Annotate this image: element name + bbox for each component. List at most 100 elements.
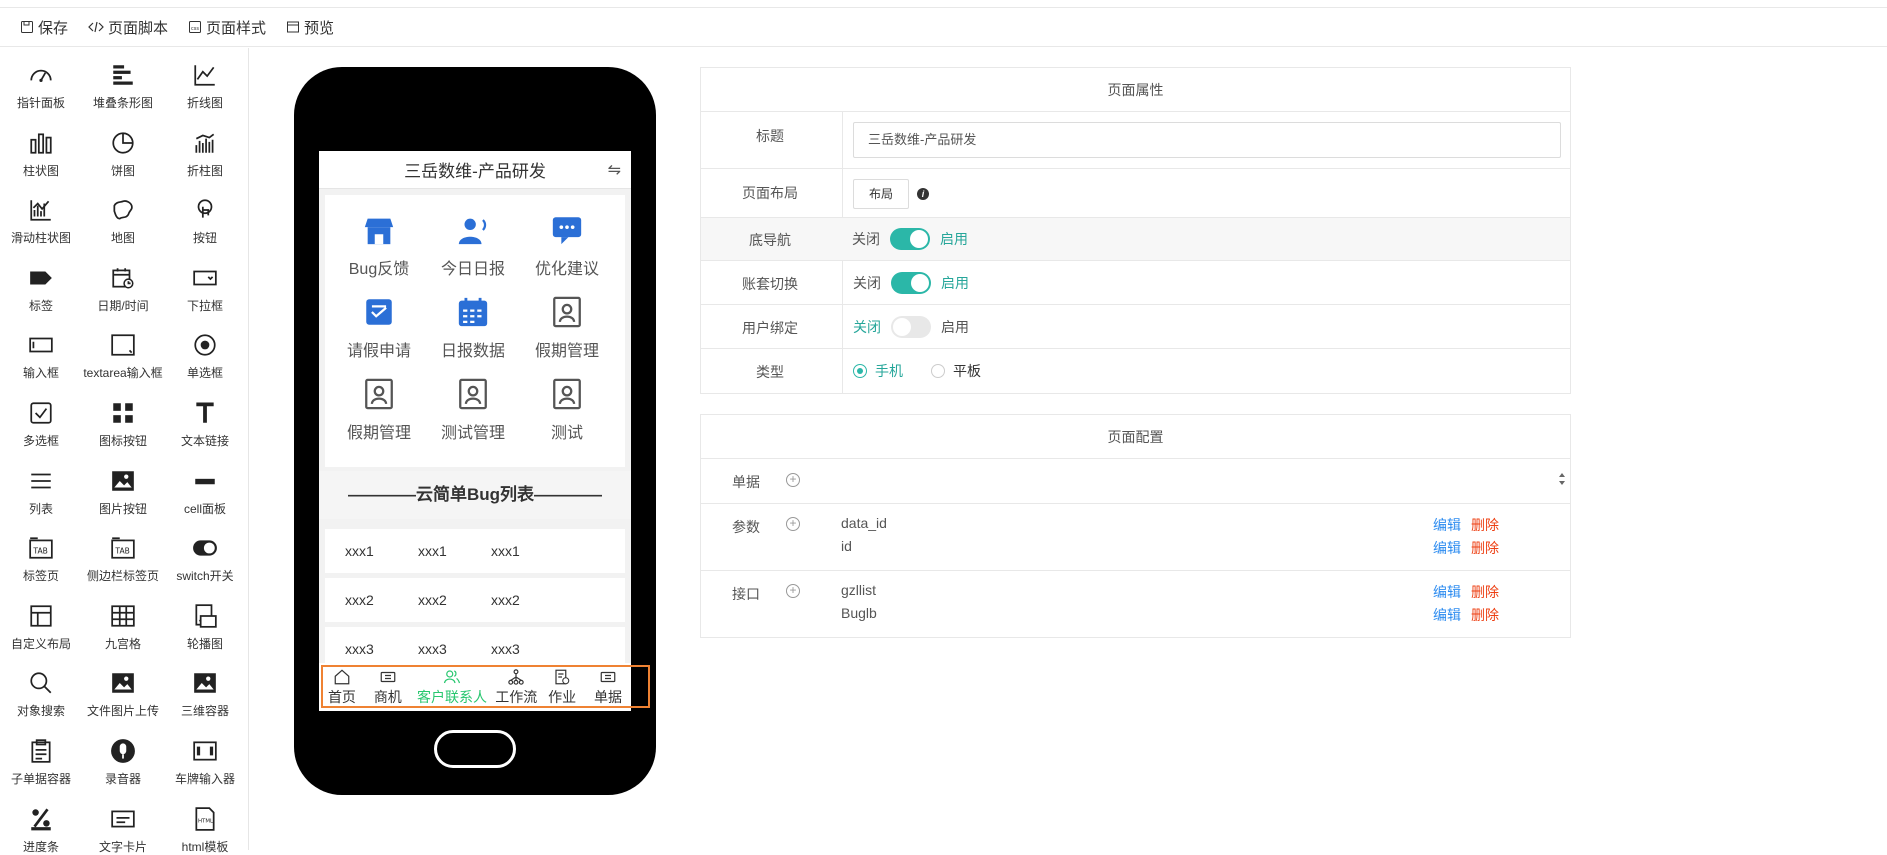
type-radio-tablet[interactable]: 平板 — [931, 361, 981, 381]
component-bar-line[interactable]: 折柱图 — [164, 126, 246, 179]
phone-home-button[interactable] — [434, 730, 516, 768]
bind-toggle[interactable] — [891, 315, 931, 338]
component-calendar-clock[interactable]: 日期/时间 — [82, 261, 164, 314]
layout-button[interactable]: 布局 — [853, 179, 909, 209]
list-cell: xxx3 — [491, 641, 520, 657]
component-label: 地图 — [110, 231, 135, 246]
component-line-chart[interactable]: 折线图 — [164, 58, 246, 111]
bottom-nav-toggle[interactable] — [890, 228, 930, 250]
bind-on-label: 启用 — [941, 318, 969, 335]
badge-icon — [423, 369, 523, 411]
component-upload-image[interactable]: 文件图片上传 — [82, 666, 164, 719]
add-api-icon[interactable]: + — [786, 584, 800, 598]
grid-item[interactable]: 测试 — [517, 369, 617, 449]
grid-item[interactable]: 假期管理 — [329, 369, 429, 449]
component-switch[interactable]: switch开关 — [164, 531, 246, 584]
component-3d-container[interactable]: 三维容器 — [164, 666, 246, 719]
param-edit-button[interactable]: 编辑 — [1433, 515, 1461, 535]
grid-item[interactable]: 假期管理 — [517, 287, 617, 367]
component-textarea[interactable]: textarea输入框 — [82, 328, 164, 381]
component-map[interactable]: 地图 — [82, 193, 164, 246]
component-text-t[interactable]: 文本链接 — [164, 396, 246, 449]
grid-item[interactable]: 今日日报 — [423, 205, 523, 285]
api-delete-button[interactable]: 删除 — [1471, 582, 1499, 602]
api-row: 接口 + gzllist 编辑 删除 Buglb 编辑 删除 — [701, 571, 1570, 637]
param-edit-button[interactable]: 编辑 — [1433, 538, 1461, 558]
badge-icon — [517, 287, 617, 329]
page-style-button[interactable]: css 页面样式 — [188, 17, 266, 38]
component-microphone[interactable]: 录音器 — [82, 734, 164, 787]
page-properties-header: 页面属性 — [701, 68, 1570, 112]
layout-label: 页面布局 — [742, 185, 798, 201]
list-item[interactable]: xxx1 xxx1 xxx1 — [325, 529, 625, 573]
account-toggle[interactable] — [891, 271, 931, 294]
component-grid-dots[interactable]: 图标按钮 — [82, 396, 164, 449]
component-clipboard[interactable]: 子单据容器 — [0, 734, 82, 787]
badge-icon — [329, 369, 429, 411]
component-cell[interactable]: cell面板 — [164, 464, 246, 517]
toolbar: 保存 页面脚本 css 页面样式 预览 — [0, 7, 1887, 47]
grid-item[interactable]: 优化建议 — [517, 205, 617, 285]
grid-item[interactable]: Bug反馈 — [329, 205, 429, 285]
bottom-nav-row: 底导航 关闭 启用 — [701, 218, 1570, 261]
info-icon[interactable]: i — [917, 188, 929, 200]
text-t-icon — [164, 396, 246, 430]
component-label: 指针面板 — [16, 96, 65, 110]
component-pointer[interactable]: 按钮 — [164, 193, 246, 246]
page-script-button[interactable]: 页面脚本 — [88, 17, 168, 38]
textarea-icon — [82, 328, 164, 362]
component-input[interactable]: 输入框 — [0, 328, 82, 381]
component-label: 对象搜索 — [16, 704, 65, 719]
component-tag[interactable]: 标签 — [0, 261, 82, 314]
component-plate[interactable]: 车牌输入器 — [164, 734, 246, 787]
component-side-tab[interactable]: TAB 侧边栏标签页 — [82, 531, 164, 584]
preview-button[interactable]: 预览 — [286, 17, 334, 38]
component-search[interactable]: 对象搜索 — [0, 666, 82, 719]
title-input[interactable]: 三岳数维-产品研发 — [853, 122, 1561, 158]
layout-icon — [0, 599, 82, 633]
component-label: 子单据容器 — [10, 772, 71, 786]
component-percent[interactable]: 进度条 — [0, 802, 82, 855]
component-stacked-bar[interactable]: 堆叠条形图 — [82, 58, 164, 111]
component-html-file[interactable]: HTML html模板 — [164, 802, 246, 855]
add-param-icon[interactable]: + — [786, 517, 800, 531]
stepper-icon[interactable] — [1556, 467, 1568, 491]
cell-icon — [164, 464, 246, 498]
grid-item[interactable]: 日报数据 — [423, 287, 523, 367]
component-table-grid[interactable]: 九宫格 — [82, 599, 164, 652]
switch-arrows-icon[interactable]: ⇋ — [608, 160, 621, 180]
add-doc-icon[interactable]: + — [786, 473, 800, 487]
component-radio[interactable]: 单选框 — [164, 328, 246, 381]
component-gauge[interactable]: 指针面板 — [0, 58, 82, 111]
component-list[interactable]: 列表 — [0, 464, 82, 517]
component-label: 折柱图 — [186, 163, 223, 178]
param-label: 参数 — [732, 519, 760, 535]
grid-item[interactable]: 请假申请 — [329, 287, 429, 367]
component-image[interactable]: 图片按钮 — [82, 464, 164, 517]
param-delete-button[interactable]: 删除 — [1471, 538, 1499, 558]
component-sliding-bar[interactable]: 滑动柱状图 — [0, 193, 82, 246]
component-layout[interactable]: 自定义布局 — [0, 599, 82, 652]
api-edit-button[interactable]: 编辑 — [1433, 605, 1461, 625]
component-carousel[interactable]: 轮播图 — [164, 599, 246, 652]
grid-item-label: 今日日报 — [440, 261, 505, 278]
api-delete-button[interactable]: 删除 — [1471, 605, 1499, 625]
component-card[interactable]: 文字卡片 — [82, 802, 164, 855]
save-button[interactable]: 保存 — [20, 17, 68, 38]
param-delete-button[interactable]: 删除 — [1471, 515, 1499, 535]
component-tab[interactable]: TAB 标签页 — [0, 531, 82, 584]
component-bar-chart[interactable]: 柱状图 — [0, 126, 82, 179]
page-config-panel: 页面配置 单据 + 参数 + data_id 编辑 删除 id 编辑 删除 接口… — [700, 414, 1571, 638]
component-checkbox[interactable]: 多选框 — [0, 396, 82, 449]
bind-label: 用户绑定 — [742, 320, 798, 336]
component-pie-chart[interactable]: 饼图 — [82, 126, 164, 179]
list-item[interactable]: xxx2 xxx2 xxx2 — [325, 578, 625, 622]
grid-item-label: Bug反馈 — [348, 261, 410, 278]
list-icon — [0, 464, 82, 498]
type-radio-phone[interactable]: 手机 — [853, 361, 903, 381]
api-edit-button[interactable]: 编辑 — [1433, 582, 1461, 602]
component-dropdown[interactable]: 下拉框 — [164, 261, 246, 314]
list-cell: xxx2 — [418, 592, 447, 608]
component-label: 图片按钮 — [98, 501, 147, 516]
grid-item[interactable]: 测试管理 — [423, 369, 523, 449]
